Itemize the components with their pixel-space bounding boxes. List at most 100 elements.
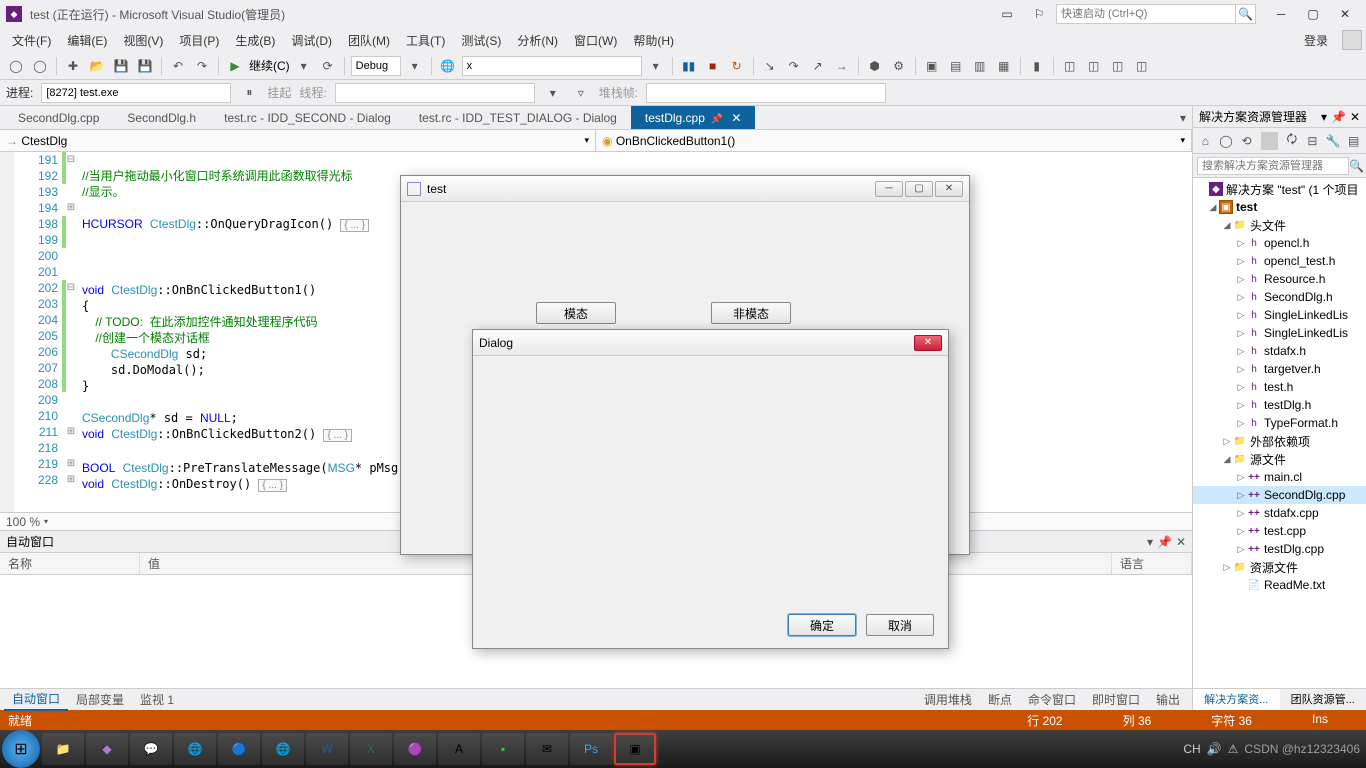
- menu-analyze[interactable]: 分析(N): [509, 30, 566, 51]
- tree-item[interactable]: ▷hopencl_test.h: [1193, 252, 1366, 270]
- tree-item[interactable]: ▷htestDlg.h: [1193, 396, 1366, 414]
- dropdown2-icon[interactable]: ▾: [405, 56, 425, 76]
- ext1-icon[interactable]: ◫: [1060, 56, 1080, 76]
- menu-team[interactable]: 团队(M): [340, 30, 398, 51]
- nav-fwd-icon[interactable]: ◯: [30, 56, 50, 76]
- suspend-icon[interactable]: ⏸: [239, 83, 259, 103]
- notif-icon[interactable]: ▭: [992, 4, 1022, 24]
- ext2-icon[interactable]: ◫: [1084, 56, 1104, 76]
- flag-icon[interactable]: ⚐: [1024, 4, 1054, 24]
- window4-icon[interactable]: ▦: [994, 56, 1014, 76]
- task-app1[interactable]: 🔵: [218, 733, 260, 765]
- menu-window[interactable]: 窗口(W): [566, 30, 625, 51]
- tree-item[interactable]: ▷++testDlg.cpp: [1193, 540, 1366, 558]
- hex-icon[interactable]: ⬢: [865, 56, 885, 76]
- member-dropdown[interactable]: ◉ OnBnClickedButton1()▾: [596, 130, 1192, 151]
- tree-item[interactable]: ▷htest.h: [1193, 378, 1366, 396]
- search-icon[interactable]: 🔍: [1236, 4, 1256, 24]
- avatar-icon[interactable]: [1342, 30, 1362, 50]
- tab-idd-second[interactable]: test.rc - IDD_SECOND - Dialog: [210, 106, 405, 129]
- start-button[interactable]: ⊞: [2, 730, 40, 768]
- open-icon[interactable]: 📂: [87, 56, 107, 76]
- task-edge[interactable]: 🌐: [174, 733, 216, 765]
- tab-sln-explorer[interactable]: 解决方案资...: [1193, 689, 1280, 710]
- browser-icon[interactable]: 🌐: [438, 56, 458, 76]
- side-close-icon[interactable]: ✕: [1350, 110, 1360, 124]
- step-over-icon[interactable]: ↷: [784, 56, 804, 76]
- tree-item[interactable]: ▷++stdafx.cpp: [1193, 504, 1366, 522]
- maximize-button[interactable]: ▢: [1298, 4, 1328, 24]
- side-pin-icon[interactable]: 📌: [1331, 110, 1346, 124]
- tab-command[interactable]: 命令窗口: [1020, 689, 1084, 710]
- ime-indicator[interactable]: CH: [1183, 742, 1200, 756]
- ext4-icon[interactable]: ◫: [1132, 56, 1152, 76]
- modal-button[interactable]: 模态: [536, 302, 616, 324]
- solution-search-input[interactable]: [1197, 157, 1349, 175]
- thread-combo[interactable]: [335, 83, 535, 103]
- menu-build[interactable]: 生成(B): [227, 30, 283, 51]
- solution-search[interactable]: 🔍: [1193, 154, 1366, 178]
- dialog-close-button[interactable]: ✕: [914, 335, 942, 351]
- back-icon[interactable]: ◯: [1218, 132, 1235, 150]
- stop-icon[interactable]: ■: [703, 56, 723, 76]
- tab-seconddlg-cpp[interactable]: SecondDlg.cpp: [4, 106, 113, 129]
- collapse-icon[interactable]: ⊟: [1304, 132, 1321, 150]
- tab-autos[interactable]: 自动窗口: [4, 688, 68, 711]
- toolbox-icon[interactable]: ▮: [1027, 56, 1047, 76]
- tab-output[interactable]: 输出: [1148, 689, 1188, 710]
- flag-btn-icon[interactable]: ▾: [543, 83, 563, 103]
- minimize-button[interactable]: ─: [1266, 4, 1296, 24]
- menu-test[interactable]: 测试(S): [453, 30, 509, 51]
- tree-item[interactable]: ▷htargetver.h: [1193, 360, 1366, 378]
- props-icon[interactable]: 🔧: [1325, 132, 1342, 150]
- tab-breakpoints[interactable]: 断点: [980, 689, 1020, 710]
- test-close-button[interactable]: ✕: [935, 181, 963, 197]
- tree-item[interactable]: ▷hResource.h: [1193, 270, 1366, 288]
- tree-item[interactable]: ▷hSingleLinkedLis: [1193, 324, 1366, 342]
- tab-overflow-icon[interactable]: ▾: [1174, 107, 1192, 129]
- pin-icon[interactable]: 📌: [711, 114, 723, 125]
- window2-icon[interactable]: ▤: [946, 56, 966, 76]
- solution-tree[interactable]: ◆解决方案 "test" (1 个项目 ◢▣test ◢📁头文件 ▷hopenc…: [1193, 178, 1366, 688]
- close-button[interactable]: ✕: [1330, 4, 1360, 24]
- stackframe-combo[interactable]: [646, 83, 886, 103]
- ok-button[interactable]: 确定: [788, 614, 856, 636]
- tab-immediate[interactable]: 即时窗口: [1084, 689, 1148, 710]
- undo-icon[interactable]: ↶: [168, 56, 188, 76]
- refresh-icon[interactable]: ⟳: [318, 56, 338, 76]
- login-link[interactable]: 登录: [1296, 30, 1336, 51]
- tab-seconddlg-h[interactable]: SecondDlg.h: [113, 106, 210, 129]
- task-wechat[interactable]: 💬: [130, 733, 172, 765]
- home-icon[interactable]: ⌂: [1197, 132, 1214, 150]
- tool1-icon[interactable]: ⚙: [889, 56, 909, 76]
- task-ps[interactable]: Ps: [570, 733, 612, 765]
- dropdown-icon[interactable]: ▾: [294, 56, 314, 76]
- panel-close-icon[interactable]: ✕: [1176, 535, 1186, 549]
- cancel-button[interactable]: 取消: [866, 614, 934, 636]
- platform-combo[interactable]: x: [462, 56, 642, 76]
- pause-icon[interactable]: ▮▮: [679, 56, 699, 76]
- process-combo[interactable]: [8272] test.exe: [41, 83, 231, 103]
- menu-project[interactable]: 项目(P): [171, 30, 227, 51]
- task-eclipse[interactable]: 🟣: [394, 733, 436, 765]
- tree-item[interactable]: ▷hTypeFormat.h: [1193, 414, 1366, 432]
- tab-callstack[interactable]: 调用堆栈: [916, 689, 980, 710]
- close-tab-icon[interactable]: ✕: [731, 111, 741, 125]
- task-running-app[interactable]: ▣: [614, 733, 656, 765]
- tab-watch[interactable]: 监视 1: [132, 689, 182, 710]
- filter-icon[interactable]: ▿: [571, 83, 591, 103]
- test-min-button[interactable]: ─: [875, 181, 903, 197]
- continue-label[interactable]: 继续(C): [249, 57, 290, 74]
- tree-item[interactable]: ▷hstdafx.h: [1193, 342, 1366, 360]
- task-app4[interactable]: ✉: [526, 733, 568, 765]
- window3-icon[interactable]: ▥: [970, 56, 990, 76]
- fold-margin[interactable]: ⊟⊞⊟⊞⊞⊞: [64, 152, 78, 512]
- col-type[interactable]: 语言: [1112, 553, 1192, 574]
- tray-icon2[interactable]: ⚠: [1228, 742, 1239, 756]
- step-into-icon[interactable]: ↘: [760, 56, 780, 76]
- menu-debug[interactable]: 调试(D): [283, 30, 340, 51]
- refresh-tree-icon[interactable]: 🗘: [1284, 132, 1301, 150]
- tree-item[interactable]: ▷++SecondDlg.cpp: [1193, 486, 1366, 504]
- tree-item[interactable]: ▷hSecondDlg.h: [1193, 288, 1366, 306]
- modeless-button[interactable]: 非模态: [711, 302, 791, 324]
